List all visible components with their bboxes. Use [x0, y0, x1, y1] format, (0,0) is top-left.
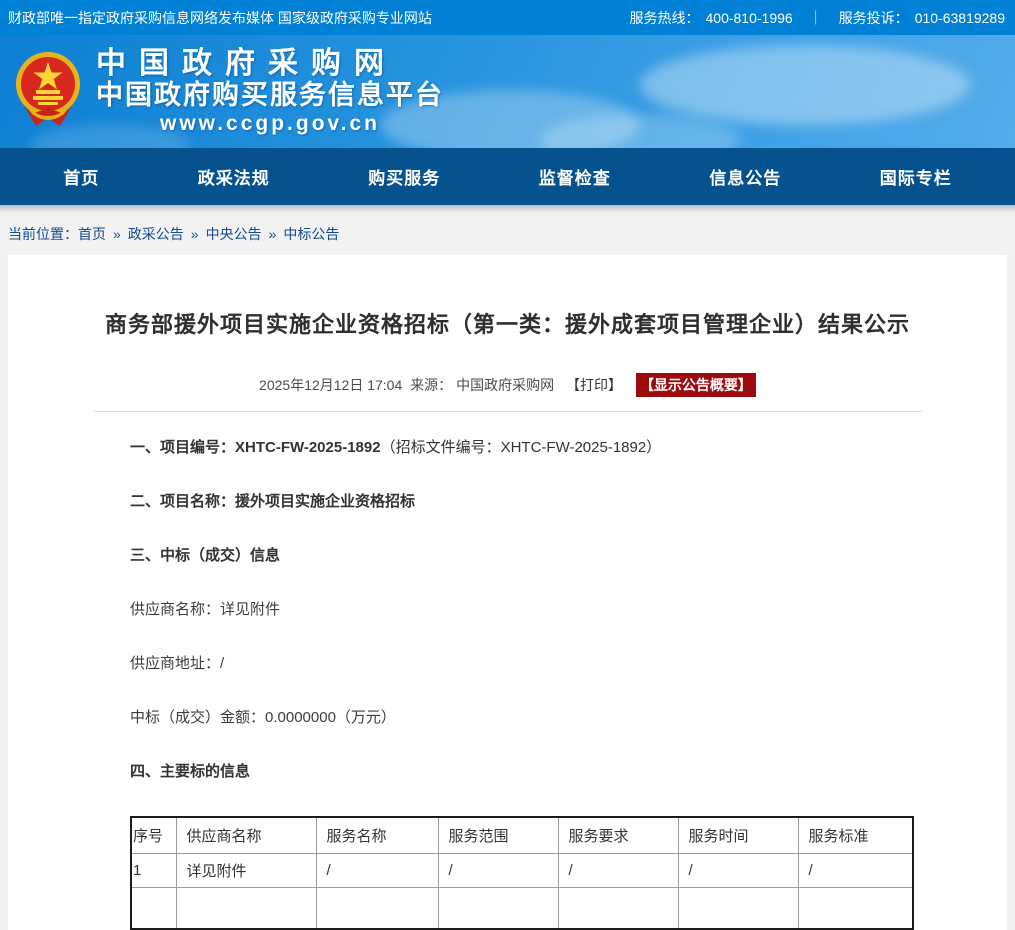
breadcrumb-separator: » [269, 226, 277, 242]
breadcrumb-item-central-notices[interactable]: 中央公告 [206, 224, 262, 244]
section-project-name: 二、项目名称：援外项目实施企业资格招标 [130, 492, 1007, 512]
cell-empty [131, 887, 176, 929]
site-subtitle: 中国政府购买服务信息平台 [96, 80, 444, 111]
complaint-number: 010-63819289 [915, 10, 1005, 26]
publish-datetime: 2025年12月12日 17:04 [259, 377, 402, 393]
cell-seq: 1 [131, 853, 176, 887]
show-summary-button[interactable]: 【显示公告概要】 [636, 373, 756, 397]
cloud-decoration [640, 45, 970, 125]
breadcrumb-label: 当前位置： [8, 224, 78, 244]
cell-empty [176, 887, 316, 929]
cell-empty [438, 887, 558, 929]
table-header-row: 序号 供应商名称 服务名称 服务范围 服务要求 服务时间 服务标准 [131, 817, 913, 853]
award-amount-line: 中标（成交）金额：0.0000000（万元） [130, 708, 1007, 728]
nav-shadow-divider [0, 205, 1015, 213]
nav-item-announcements[interactable]: 信息公告 [709, 164, 781, 189]
breadcrumb-separator: » [191, 226, 199, 242]
print-button[interactable]: 【打印】 [566, 377, 622, 393]
source-label: 来源： [410, 377, 452, 393]
topbar-divider: ｜ [809, 8, 823, 28]
project-number-bold: 一、项目编号：XHTC-FW-2025-1892 [130, 439, 381, 456]
breadcrumb-item-procurement-notices[interactable]: 政采公告 [128, 224, 184, 244]
hotline-number: 400-810-1996 [706, 10, 793, 26]
breadcrumb: 当前位置： 首页 » 政采公告 » 中央公告 » 中标公告 [0, 213, 1015, 255]
cell-supplier: 详见附件 [176, 853, 316, 887]
site-title-block: 中国政府采购网 中国政府购买服务信息平台 www.ccgp.gov.cn [96, 47, 444, 137]
article-container: 商务部援外项目实施企业资格招标（第一类：援外成套项目管理企业）结果公示 2025… [8, 255, 1007, 930]
cell-service-scope: / [438, 853, 558, 887]
section-main-subject-info: 四、主要标的信息 [130, 762, 1007, 782]
complaint-label: 服务投诉： [839, 8, 909, 28]
article-meta: 2025年12月12日 17:04 来源：中国政府采购网 【打印】 【显示公告概… [8, 373, 1007, 397]
nav-item-international[interactable]: 国际专栏 [880, 164, 952, 189]
section-award-info: 三、中标（成交）信息 [130, 546, 1007, 566]
col-header-service-requirement: 服务要求 [558, 817, 678, 853]
col-header-seq: 序号 [131, 817, 176, 853]
cell-service-time: / [678, 853, 798, 887]
main-subject-table: 序号 供应商名称 服务名称 服务范围 服务要求 服务时间 服务标准 1 详见附件… [130, 816, 914, 930]
col-header-supplier: 供应商名称 [176, 817, 316, 853]
breadcrumb-item-home[interactable]: 首页 [78, 224, 106, 244]
col-header-service-standard: 服务标准 [798, 817, 913, 853]
nav-item-supervision[interactable]: 监督检查 [539, 164, 611, 189]
site-banner: 中国政府采购网 中国政府购买服务信息平台 www.ccgp.gov.cn [0, 35, 1015, 148]
col-header-service-name: 服务名称 [316, 817, 438, 853]
cell-service-name: / [316, 853, 438, 887]
site-url: www.ccgp.gov.cn [96, 111, 444, 137]
cell-empty [558, 887, 678, 929]
site-slogan: 财政部唯一指定政府采购信息网络发布媒体 国家级政府采购专业网站 [8, 8, 432, 28]
top-bar: 财政部唯一指定政府采购信息网络发布媒体 国家级政府采购专业网站 服务热线： 400… [0, 0, 1015, 35]
cell-service-requirement: / [558, 853, 678, 887]
cell-service-standard: / [798, 853, 913, 887]
col-header-service-scope: 服务范围 [438, 817, 558, 853]
col-header-service-time: 服务时间 [678, 817, 798, 853]
table-row-empty [131, 887, 913, 929]
table-row: 1 详见附件 / / / / / [131, 853, 913, 887]
nav-item-regulations[interactable]: 政采法规 [198, 164, 270, 189]
project-number-rest: （招标文件编号：XHTC-FW-2025-1892） [381, 439, 662, 456]
article-content: 一、项目编号：XHTC-FW-2025-1892（招标文件编号：XHTC-FW-… [8, 412, 1007, 930]
section-project-number: 一、项目编号：XHTC-FW-2025-1892（招标文件编号：XHTC-FW-… [130, 438, 1007, 458]
cell-empty [678, 887, 798, 929]
nav-item-home[interactable]: 首页 [63, 164, 99, 189]
cell-empty [316, 887, 438, 929]
national-emblem-icon [14, 48, 82, 136]
service-contacts: 服务热线： 400-810-1996 ｜ 服务投诉： 010-63819289 [630, 8, 1006, 28]
supplier-address-line: 供应商地址：/ [130, 654, 1007, 674]
cell-empty [798, 887, 913, 929]
supplier-name-line: 供应商名称：详见附件 [130, 600, 1007, 620]
site-name: 中国政府采购网 [96, 47, 444, 80]
site-logo[interactable]: 中国政府采购网 中国政府购买服务信息平台 www.ccgp.gov.cn [14, 47, 444, 137]
source-name: 中国政府采购网 [456, 377, 554, 393]
hotline-label: 服务热线： [630, 8, 700, 28]
nav-item-purchase-services[interactable]: 购买服务 [368, 164, 440, 189]
breadcrumb-item-award-notices[interactable]: 中标公告 [283, 224, 339, 244]
main-nav: 首页 政采法规 购买服务 监督检查 信息公告 国际专栏 [0, 148, 1015, 205]
breadcrumb-separator: » [113, 226, 121, 242]
page-title: 商务部援外项目实施企业资格招标（第一类：援外成套项目管理企业）结果公示 [8, 307, 1007, 339]
